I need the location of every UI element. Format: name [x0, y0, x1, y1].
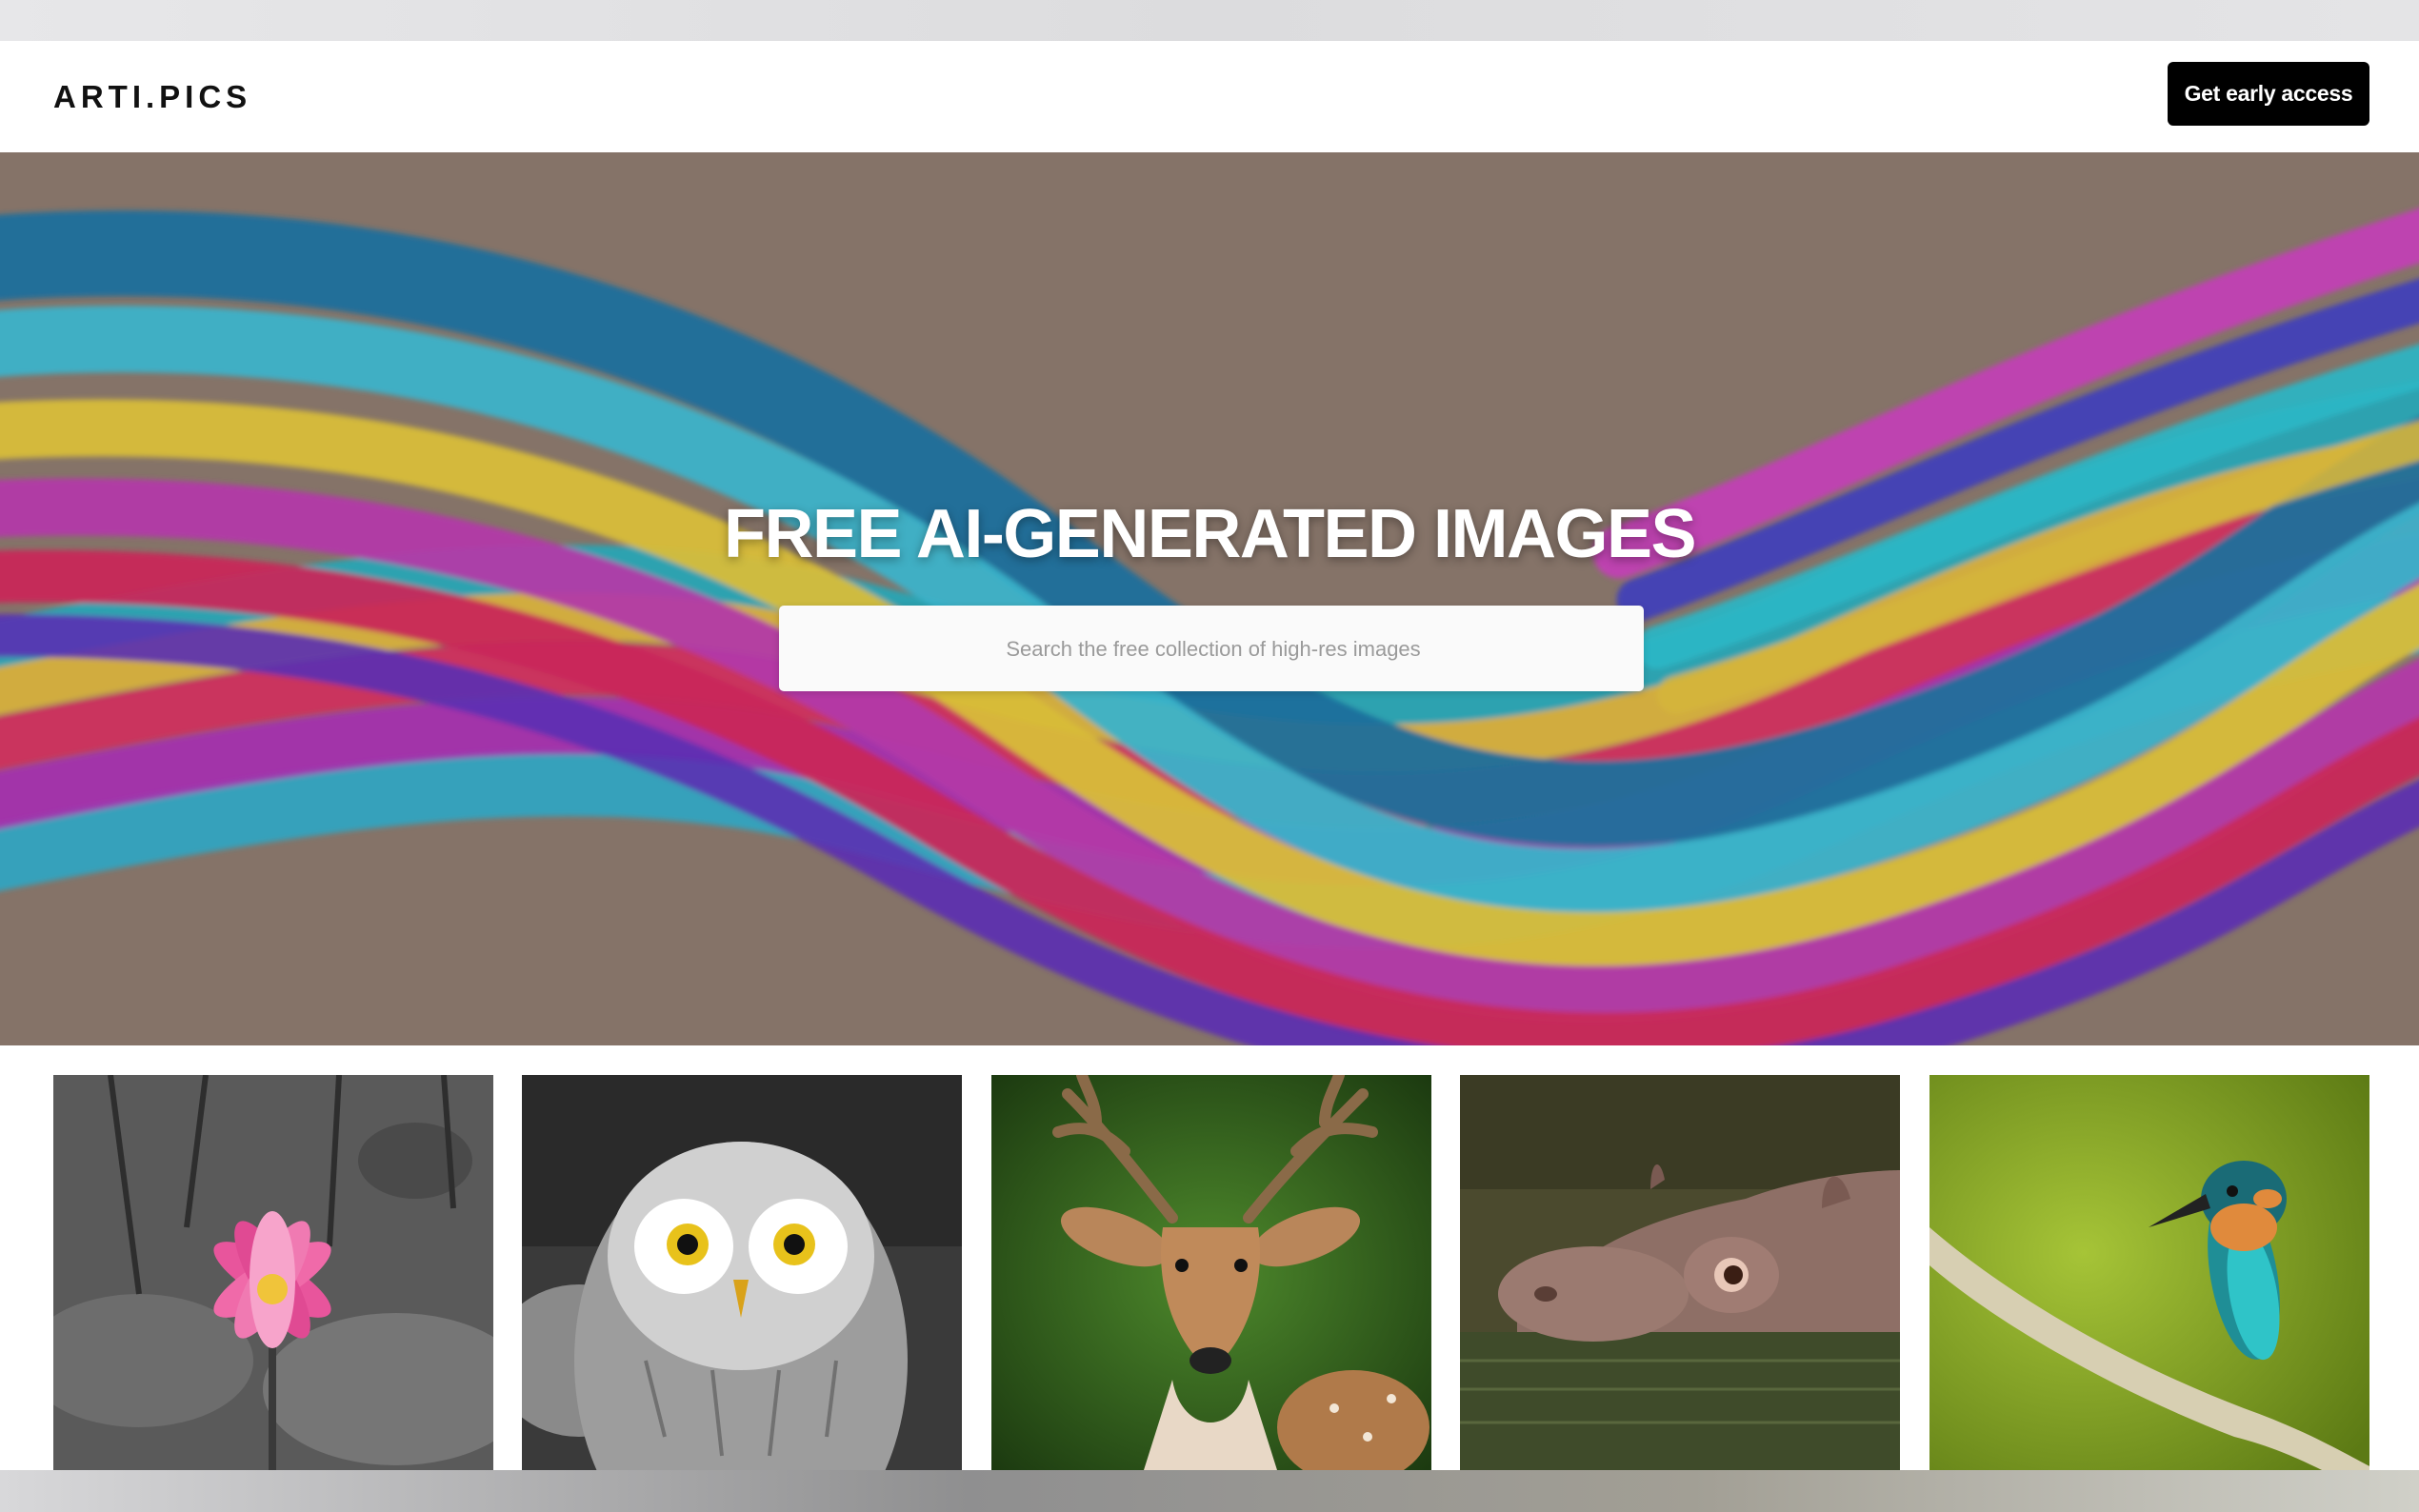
owl-image [522, 1075, 962, 1470]
search-box [779, 606, 1648, 693]
kingfisher-image [1929, 1075, 2369, 1470]
get-early-access-button[interactable]: Get early access [2168, 62, 2369, 126]
hippo-image [1460, 1075, 1900, 1470]
navbar: ARTI.PICS Get early access [0, 41, 2419, 152]
site-logo[interactable]: ARTI.PICS [53, 75, 251, 119]
gallery-item-deer[interactable] [991, 1075, 1431, 1470]
gallery-item-kingfisher[interactable] [1929, 1075, 2369, 1470]
hero-ribbon-artwork [0, 208, 2419, 1045]
hero-section: FREE AI-GENERATED IMAGES [0, 152, 2419, 1045]
gallery-item-lotus[interactable] [53, 1075, 493, 1470]
browser-top-strip [0, 0, 2419, 41]
hero-title: FREE AI-GENERATED IMAGES [723, 496, 1697, 572]
lotus-image [53, 1075, 493, 1470]
search-input[interactable] [779, 606, 1648, 693]
gallery-item-owl[interactable] [522, 1075, 962, 1470]
gallery-item-hippo[interactable] [1460, 1075, 1900, 1470]
image-gallery [0, 1045, 2419, 1470]
bottom-fade-strip [0, 1470, 2419, 1512]
deer-image [991, 1075, 1431, 1470]
